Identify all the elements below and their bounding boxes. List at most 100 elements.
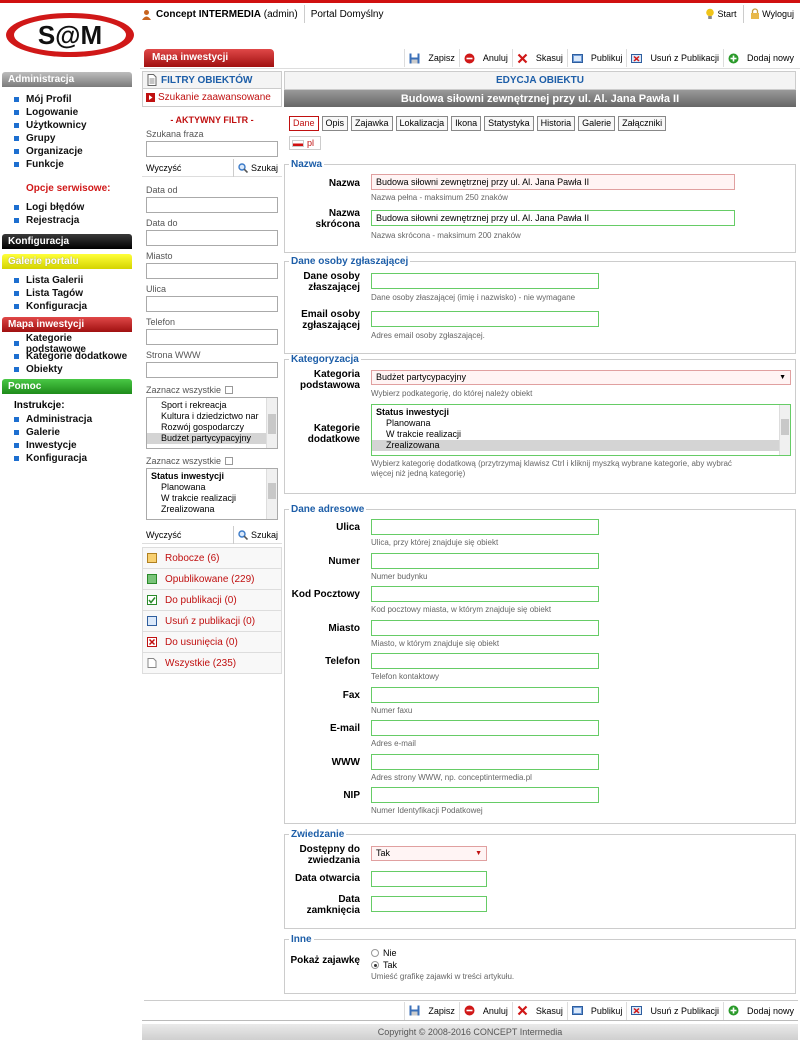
add-new-button[interactable]: Dodaj nowy: [722, 49, 798, 67]
save-button[interactable]: Zapisz: [404, 1001, 459, 1020]
delete-button[interactable]: Skasuj: [511, 49, 567, 67]
to-publish-status[interactable]: Do publikacji (0): [142, 590, 282, 611]
open-date-input[interactable]: [371, 871, 487, 887]
select-all-checkbox[interactable]: [225, 386, 234, 394]
list-item[interactable]: Rozwój gospodarczy: [147, 422, 277, 433]
category-listbox[interactable]: Sport i rekreacja Kultura i dziedzictwo …: [146, 397, 278, 449]
nav-item[interactable]: Grupy: [2, 132, 132, 145]
street-input[interactable]: [146, 296, 278, 312]
unpublish-button[interactable]: Usuń z Publikacji: [626, 49, 723, 67]
list-item[interactable]: Planowana: [147, 482, 277, 493]
select-all-checkbox[interactable]: [225, 457, 234, 465]
nav-item[interactable]: Funkcje: [2, 158, 132, 171]
address-field-input[interactable]: [371, 787, 599, 803]
listbox-scrollbar[interactable]: [266, 398, 277, 448]
to-unpublish-status[interactable]: Usuń z publikacji (0): [142, 611, 282, 632]
list-item[interactable]: Kultura i dziedzictwo nar: [147, 411, 277, 422]
address-field-input[interactable]: [371, 653, 599, 669]
list-item[interactable]: W trakcie realizacji: [372, 429, 790, 440]
person-input[interactable]: [371, 273, 599, 289]
scroll-thumb[interactable]: [268, 483, 276, 499]
list-item[interactable]: Zrealizowana: [372, 440, 790, 451]
listbox-scrollbar[interactable]: [779, 405, 790, 455]
nav-item[interactable]: Mój Profil: [2, 93, 132, 106]
tab-6[interactable]: Historia: [536, 116, 576, 131]
search-button[interactable]: Szukaj: [232, 525, 282, 544]
scroll-thumb[interactable]: [781, 419, 789, 435]
listbox-scrollbar[interactable]: [266, 469, 277, 519]
address-field-input[interactable]: [371, 519, 599, 535]
search-button[interactable]: Szukaj: [232, 158, 282, 177]
section-tab-map[interactable]: Mapa inwestycji: [144, 49, 274, 67]
language-tab-pl[interactable]: pl: [289, 136, 321, 150]
select-all-categories[interactable]: Zaznacz wszystkie: [142, 385, 282, 395]
nav-item[interactable]: Kategorie podstawowe: [2, 333, 132, 355]
radio-button[interactable]: [371, 949, 379, 957]
start-link[interactable]: Start: [705, 8, 737, 20]
address-field-input[interactable]: [371, 720, 599, 736]
nav-header-map[interactable]: Mapa inwestycji: [2, 317, 132, 332]
nav-item[interactable]: Organizacje: [2, 145, 132, 158]
name-input[interactable]: Budowa siłowni zewnętrznej przy ul. Al. …: [371, 174, 735, 190]
to-delete-status[interactable]: Do usunięcia (0): [142, 632, 282, 653]
publish-button[interactable]: Publikuj: [566, 49, 627, 67]
logout-link[interactable]: Wyloguj: [750, 8, 794, 20]
nav-item[interactable]: Logi błędów: [2, 201, 132, 214]
available-select[interactable]: Tak ▼: [371, 846, 487, 861]
nav-item[interactable]: Administracja: [2, 413, 132, 426]
teaser-yes-radio[interactable]: Tak: [371, 960, 397, 970]
address-field-input[interactable]: [371, 686, 599, 703]
www-input[interactable]: [146, 362, 278, 378]
status-listbox[interactable]: Status inwestycji Planowana W trakcie re…: [146, 468, 278, 520]
address-field-input[interactable]: [371, 586, 599, 602]
add-new-button[interactable]: Dodaj nowy: [722, 1001, 798, 1020]
short-name-input[interactable]: Budowa siłowni zewnętrznej przy ul. Al. …: [371, 210, 735, 226]
nav-header-config[interactable]: Konfiguracja: [2, 234, 132, 249]
cancel-button[interactable]: Anuluj: [458, 1001, 512, 1020]
published-status[interactable]: Opublikowane (229): [142, 569, 282, 590]
list-item[interactable]: Budżet partycypacyjny: [147, 433, 277, 444]
nav-item[interactable]: Inwestycje: [2, 439, 132, 452]
nav-item[interactable]: Logowanie: [2, 106, 132, 119]
list-item[interactable]: Sport i rekreacja: [147, 400, 277, 411]
cancel-button[interactable]: Anuluj: [458, 49, 512, 67]
nav-header-gallery[interactable]: Galerie portalu: [2, 254, 132, 269]
address-field-input[interactable]: [371, 619, 599, 636]
select-all-statuses[interactable]: Zaznacz wszystkie: [142, 456, 282, 466]
advanced-search-link[interactable]: Szukanie zaawansowane: [142, 89, 282, 107]
tab-2[interactable]: Zajawka: [351, 116, 393, 131]
nav-item[interactable]: Kategorie dodatkowe: [2, 350, 132, 363]
extra-category-listbox[interactable]: Status inwestycji Planowana W trakcie re…: [371, 404, 791, 456]
phone-input[interactable]: [146, 329, 278, 345]
portal-name[interactable]: Portal Domyślny: [311, 9, 384, 20]
list-item[interactable]: W trakcie realizacji: [147, 493, 277, 504]
list-item[interactable]: Planowana: [372, 418, 790, 429]
close-date-input[interactable]: [371, 896, 487, 912]
nav-item[interactable]: Lista Tagów: [2, 287, 132, 300]
tab-7[interactable]: Galerie: [578, 116, 616, 131]
email-input[interactable]: [371, 311, 599, 327]
tab-8[interactable]: Załączniki: [618, 116, 667, 131]
main-category-select[interactable]: Budżet partycypacyjny ▼: [371, 370, 791, 385]
radio-button[interactable]: [371, 961, 379, 969]
clear-button[interactable]: Wyczyść: [146, 163, 181, 173]
tab-5[interactable]: Statystyka: [484, 116, 534, 131]
all-status[interactable]: Wszystkie (235): [142, 653, 282, 674]
address-field-input[interactable]: [371, 552, 599, 569]
nav-header-help[interactable]: Pomoc: [2, 379, 132, 394]
phrase-input[interactable]: [146, 141, 278, 157]
sam-logo[interactable]: S@M: [4, 10, 136, 60]
publish-button[interactable]: Publikuj: [566, 1001, 627, 1020]
nav-item[interactable]: Konfiguracja: [2, 300, 132, 313]
date-from-input[interactable]: [146, 197, 278, 213]
nav-header-admin[interactable]: Administracja: [2, 72, 132, 87]
tab-3[interactable]: Lokalizacja: [395, 116, 449, 131]
tab-0[interactable]: Dane: [289, 116, 319, 131]
tab-4[interactable]: Ikona: [451, 116, 482, 131]
nav-item[interactable]: Obiekty: [2, 363, 132, 376]
save-button[interactable]: Zapisz: [404, 49, 459, 67]
teaser-no-radio[interactable]: Nie: [371, 948, 397, 958]
nav-item[interactable]: Lista Galerii: [2, 274, 132, 287]
list-item[interactable]: Zrealizowana: [147, 504, 277, 515]
clear-button[interactable]: Wyczyść: [146, 530, 181, 540]
